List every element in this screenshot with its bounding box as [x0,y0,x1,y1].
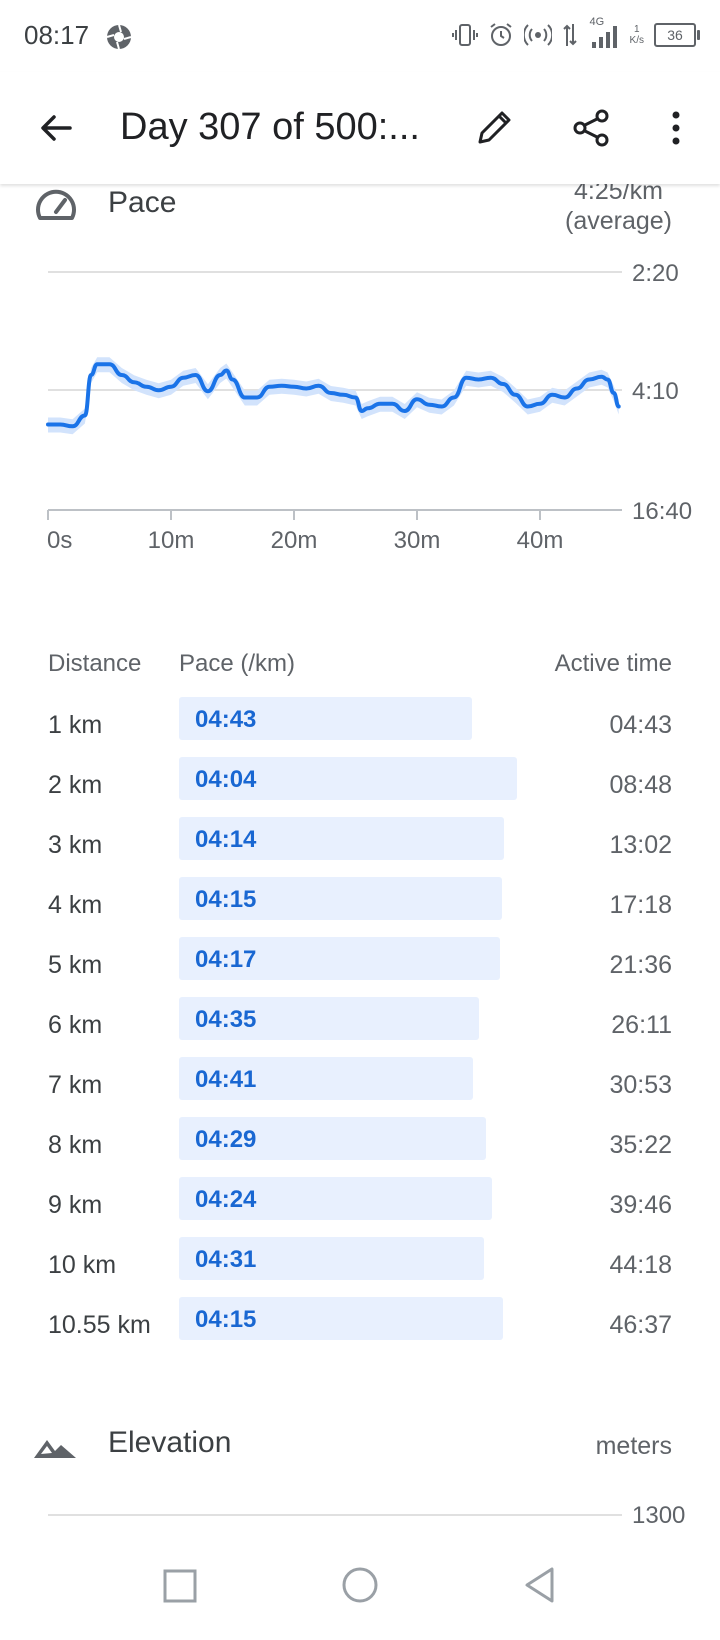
pencil-icon [478,111,511,144]
split-row: 3 km 04:14 13:02 [0,817,720,877]
hotspot-icon [523,24,552,46]
elevation-tick-label: 1300 [632,1502,686,1529]
split-row: 8 km 04:29 35:22 [0,1117,720,1177]
net-speed-value: 1 [633,24,640,35]
app-bar: Day 307 of 500:... [0,72,720,184]
status-icons: 4G 1 K/s 36 [451,16,700,52]
split-row: 1 km 04:43 04:43 [0,697,720,757]
split-distance: 9 km [48,1191,103,1219]
vibrate-icon [451,24,478,46]
split-row: 10 km 04:31 44:18 [0,1237,720,1297]
y-tick-label: 16:40 [632,498,692,525]
split-pace: 04:24 [195,1186,257,1213]
x-tick-label: 40m [517,527,564,554]
split-active-time: 46:37 [609,1311,672,1339]
more-vert-icon [672,111,680,145]
split-active-time: 30:53 [609,1071,672,1099]
navigation-bar [0,1540,720,1640]
battery-level: 36 [667,27,683,43]
split-row: 9 km 04:24 39:46 [0,1177,720,1237]
pace-column-header: Pace (/km) [179,650,296,677]
split-row: 5 km 04:17 21:36 [0,937,720,997]
split-active-time: 44:18 [609,1251,672,1279]
split-distance: 5 km [48,951,103,979]
net-speed-unit: K/s [629,35,644,46]
x-tick-label: 0s [47,527,72,554]
split-row: 7 km 04:41 30:53 [0,1057,720,1117]
x-tick-label: 20m [271,527,318,554]
split-active-time: 08:48 [609,771,672,799]
x-tick-label: 10m [148,527,195,554]
pace-range-band [48,357,619,435]
split-pace: 04:14 [195,826,257,853]
split-pace: 04:41 [195,1066,257,1093]
split-distance: 1 km [48,711,103,739]
distance-column-header: Distance [48,650,142,677]
split-distance: 2 km [48,771,103,799]
y-tick-label: 2:20 [632,260,679,287]
share-button[interactable] [563,100,619,156]
pace-section-title: Pace [108,186,177,219]
x-tick-label: 30m [394,527,441,554]
split-distance: 10.55 km [48,1311,151,1339]
mountain-icon [34,1440,76,1458]
split-pace: 04:04 [195,766,257,793]
split-row: 10.55 km 04:15 46:37 [0,1297,720,1357]
back-button[interactable] [28,100,84,156]
split-row: 4 km 04:15 17:18 [0,877,720,937]
split-pace: 04:17 [195,946,257,973]
data-arrows-icon [562,24,577,46]
split-distance: 3 km [48,831,103,859]
split-pace: 04:15 [195,1306,257,1333]
split-active-time: 21:36 [609,951,672,979]
split-pace: 04:29 [195,1126,257,1153]
split-distance: 7 km [48,1071,103,1099]
pace-average-note: (average) [565,207,672,235]
alarm-icon [489,23,512,46]
elevation-section-title: Elevation [108,1426,232,1459]
page-title: Day 307 of 500:... [120,106,420,148]
share-icon [573,109,609,147]
pace-chart: 0s 10m 20m 30m 40m 2:20 4:10 16:40 [46,260,692,554]
square-icon[interactable] [160,1566,200,1606]
split-pace: 04:31 [195,1246,257,1273]
split-distance: 10 km [48,1251,117,1279]
edit-button[interactable] [466,100,522,156]
y-tick-label: 4:10 [632,378,679,405]
elevation-gridline [48,1514,622,1516]
signal-icon: 4G [588,16,620,50]
split-distance: 4 km [48,891,103,919]
split-active-time: 04:43 [609,711,672,739]
split-active-time: 26:11 [611,1011,672,1039]
net-speed: 1 K/s [630,24,644,46]
status-bar: 08:17 4G 1 K/s 36 [0,0,720,72]
split-pace: 04:35 [195,1006,257,1033]
split-distance: 6 km [48,1011,103,1039]
triangle-back-icon[interactable] [520,1564,560,1606]
circle-icon[interactable] [339,1564,381,1606]
elevation-unit: meters [595,1432,672,1460]
camera-shutter-icon [106,24,132,50]
split-active-time: 17:18 [609,891,672,919]
split-pace: 04:43 [195,706,257,733]
status-time: 08:17 [24,20,90,50]
split-distance: 8 km [48,1131,103,1159]
split-pace: 04:15 [195,886,257,913]
speedometer-icon [36,189,76,220]
battery-icon: 36 [654,23,700,47]
split-row: 2 km 04:04 08:48 [0,757,720,817]
split-active-time: 39:46 [609,1191,672,1219]
arrow-back-icon [41,115,72,141]
split-row: 6 km 04:35 26:11 [0,997,720,1057]
active-time-column-header: Active time [554,650,672,677]
more-options-button[interactable] [648,100,704,156]
split-active-time: 13:02 [609,831,672,859]
pace-average: 4:25/km (average) [565,176,672,236]
split-active-time: 35:22 [609,1131,672,1159]
